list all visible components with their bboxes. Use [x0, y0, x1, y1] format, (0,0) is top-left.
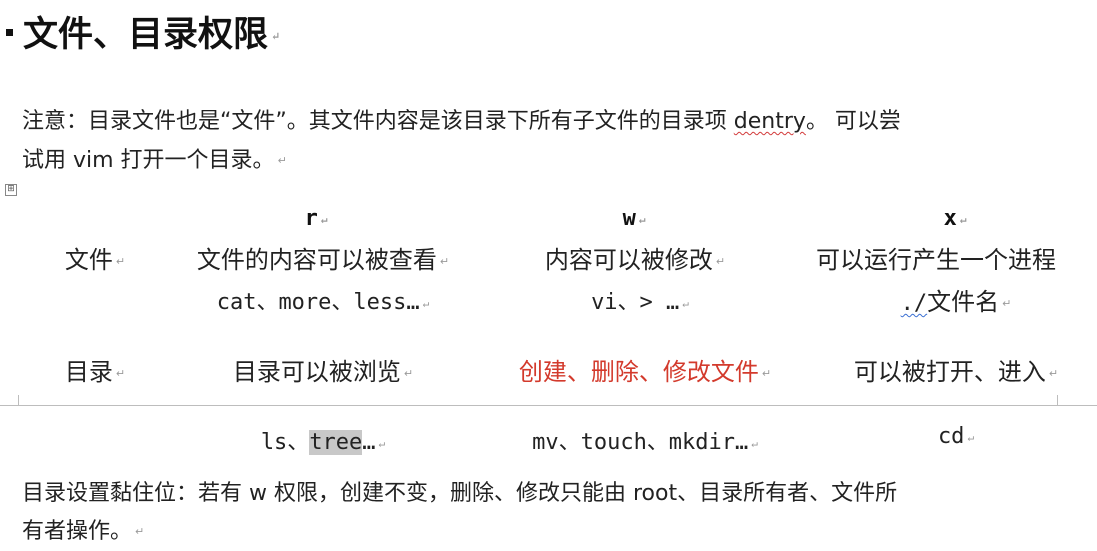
row-label-dir: 目录 ↵	[40, 352, 150, 387]
cell-dir-w-text: 创建、删除、修改文件	[518, 358, 759, 386]
cell-file-r-text: 文件的内容可以被查看	[196, 246, 437, 274]
cell-dir-r: 目录可以被浏览 ↵	[168, 352, 478, 387]
cmd-dir-r-post: …	[362, 430, 376, 455]
cmd-dir-w-text: mv、touch、mkdir…	[532, 430, 749, 455]
paragraph-mark-icon: ↵	[751, 436, 758, 450]
paragraph-mark-icon: ↵	[115, 254, 126, 268]
cell-dir-r-text: 目录可以被浏览	[232, 358, 401, 386]
paragraph-mark-icon: ↵	[135, 525, 145, 538]
cmd-file-w: vi、> … ↵	[520, 284, 760, 316]
heading-text: 文件、目录权限	[23, 14, 269, 55]
cell-file-r: 文件的内容可以被查看 ↵	[158, 240, 488, 275]
paragraph-mark-icon: ↵	[638, 212, 646, 226]
row-label-file-text: 文件	[64, 246, 113, 274]
paragraph-mark-icon: ↵	[761, 366, 772, 380]
note-text-suffix: 。 可以尝	[805, 109, 901, 134]
cell-file-w: 内容可以被修改 ↵	[505, 240, 765, 275]
page-corner-right	[1057, 395, 1097, 406]
column-header-x: x ↵	[855, 206, 1055, 231]
sticky-text-2: 有者操作。	[22, 519, 133, 544]
header-r-text: r	[304, 206, 318, 231]
cmd-dir-w: mv、touch、mkdir… ↵	[490, 424, 800, 456]
row-label-file: 文件 ↵	[40, 240, 150, 275]
sticky-line-2: 有者操作。 ↵	[22, 513, 144, 551]
table-move-handle-icon[interactable]: ⊞	[5, 184, 17, 196]
sticky-text: 目录设置黏住位：若有 w 权限，创建不变，删除、修改只能由 root、目录所有者…	[22, 481, 898, 506]
header-x-text: x	[943, 206, 957, 231]
page-heading: 文件、目录权限 ↵	[6, 6, 280, 57]
sticky-line-1: 目录设置黏住位：若有 w 权限，创建不变，删除、修改只能由 root、目录所有者…	[22, 475, 897, 513]
note-text: 注意：目录文件也是“文件”。其文件内容是该目录下所有子文件的目录项	[22, 109, 734, 134]
page-break-divider	[0, 405, 1097, 406]
note-text-2: 试用 vim 打开一个目录。	[22, 148, 275, 173]
note-line-1: 注意：目录文件也是“文件”。其文件内容是该目录下所有子文件的目录项 dentry…	[22, 103, 901, 141]
note-term-dentry: dentry	[733, 109, 806, 134]
cmd-file-r-text: cat、more、less…	[216, 290, 420, 315]
paragraph-mark-icon: ↵	[378, 436, 386, 450]
cmd-dir-r-pre: ls、	[260, 430, 310, 455]
paragraph-mark-icon: ↵	[422, 296, 430, 310]
header-w-text: w	[622, 206, 636, 231]
cell-dir-x-text: 可以被打开、进入	[853, 358, 1046, 386]
cmd-file-r: cat、more、less… ↵	[168, 284, 478, 316]
paragraph-mark-icon: ↵	[1002, 296, 1012, 310]
note-line-2: 试用 vim 打开一个目录。 ↵	[22, 142, 287, 180]
paragraph-mark-icon: ↵	[403, 366, 414, 380]
bullet-icon	[6, 29, 13, 36]
cmd-dir-x: cd ↵	[856, 424, 1056, 449]
cmd-file-w-text: vi、> …	[591, 290, 680, 315]
cmd-dir-r: ls、tree… ↵	[168, 424, 478, 456]
paragraph-mark-icon: ↵	[959, 212, 967, 226]
paragraph-mark-icon: ↵	[715, 254, 726, 268]
cmd-dir-r-selected[interactable]: tree	[309, 430, 363, 455]
paragraph-mark-icon: ↵	[320, 212, 328, 226]
paragraph-mark-icon: ↵	[439, 254, 450, 268]
cell-dir-x: 可以被打开、进入 ↵	[826, 352, 1086, 387]
paragraph-mark-icon: ↵	[1048, 366, 1059, 380]
paragraph-mark-icon: ↵	[967, 430, 975, 444]
cell-dir-w: 创建、删除、修改文件 ↵	[490, 352, 800, 387]
cell-file-w-text: 内容可以被修改	[544, 246, 713, 274]
row-label-dir-text: 目录	[64, 358, 113, 386]
cmd-file-x-prefix: ./	[900, 291, 928, 316]
cmd-dir-x-text: cd	[937, 424, 965, 449]
paragraph-mark-icon: ↵	[115, 366, 126, 380]
paragraph-mark-icon: ↵	[277, 154, 287, 167]
cell-file-x-text: 可以运行产生一个进程	[816, 246, 1056, 274]
paragraph-mark-icon: ↵	[682, 296, 689, 310]
column-header-w: w ↵	[534, 206, 734, 231]
paragraph-mark-icon: ↵	[271, 30, 281, 43]
cell-file-x: 可以运行产生一个进程	[816, 240, 1097, 275]
column-header-r: r ↵	[216, 206, 416, 231]
cmd-file-x: ./文件名 ↵	[836, 282, 1076, 317]
cmd-file-x-text: 文件名	[927, 288, 1000, 316]
